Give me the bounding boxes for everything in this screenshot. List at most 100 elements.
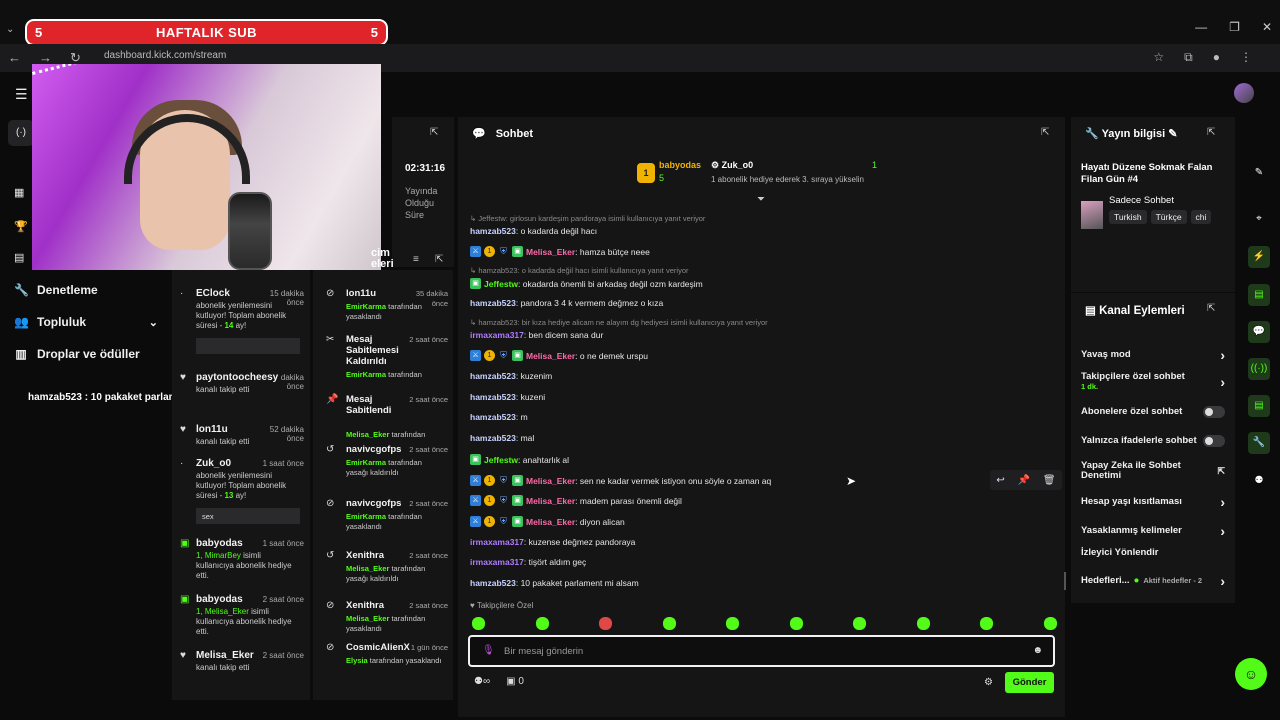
chat-message[interactable]: irmaxama317: kuzense değmez pandoraya (470, 537, 635, 547)
layout-icon[interactable]: ▤ (1248, 395, 1270, 417)
chat-message[interactable]: irmaxama317: ben dicem sana dur (470, 330, 603, 340)
channel-action-item[interactable]: Yasaklanmış kelimeler › (1081, 523, 1225, 539)
chat-message[interactable]: ▣ Jeffestw: anahtarlık al (470, 454, 569, 465)
emote-icon[interactable] (853, 617, 867, 630)
chevron-right-icon[interactable]: › (1220, 494, 1225, 510)
mod-action-target[interactable]: navivcgofps (346, 498, 404, 509)
chevron-right-icon[interactable]: › (1220, 374, 1225, 390)
chat-message[interactable]: hamzab523: pandora 3 4 k vermem değmez o… (470, 298, 663, 308)
chat-username[interactable]: Melisa_Eker (526, 247, 575, 257)
card-icon[interactable]: ▤ (1248, 284, 1270, 306)
moderator-name[interactable]: EmirKarma (346, 370, 386, 379)
focus-icon[interactable]: ⌖ (1248, 208, 1270, 230)
activity-username[interactable]: Melisa_Eker (196, 650, 254, 661)
stream-tag[interactable]: Turkish (1109, 210, 1147, 224)
channel-action-item[interactable]: Yalnızca ifadelerle sohbet (1081, 435, 1225, 447)
channel-action-item[interactable]: Yavaş mod › (1081, 347, 1225, 363)
moderator-name[interactable]: Melisa_Eker (346, 614, 389, 623)
points-icon[interactable]: ▣ 0 (506, 676, 524, 687)
chat-message[interactable]: ▣ Jeffestw: okadarda önemli bi arkadaş de… (470, 278, 703, 289)
chat-username[interactable]: Melisa_Eker (526, 476, 575, 486)
chat-username[interactable]: hamzab523 (470, 392, 516, 402)
chat-username[interactable]: hamzab523 (470, 578, 516, 588)
toggle-switch[interactable] (1203, 435, 1225, 447)
chat-username[interactable]: irmaxama317 (470, 537, 524, 547)
chevron-right-icon[interactable]: › (1220, 523, 1225, 539)
menu-dots-icon[interactable]: ⋮ (1240, 50, 1252, 65)
mic-icon[interactable]: 🎙 (482, 645, 495, 656)
mod-action-target[interactable]: Xenithra (346, 550, 404, 561)
stream-icon[interactable]: (·) (8, 120, 34, 146)
user-avatar[interactable] (1234, 83, 1254, 103)
emote-icon[interactable] (916, 617, 930, 630)
chat-message[interactable]: ⚔ 1 ⛨ ▣ Melisa_Eker: madem parası önemli değ… (470, 495, 682, 506)
chat-username[interactable]: Melisa_Eker (526, 351, 575, 361)
toggle-switch[interactable] (1203, 406, 1225, 418)
edit-pencil-icon[interactable]: ✎ (1168, 128, 1177, 140)
minimize-icon[interactable]: — (1195, 20, 1207, 34)
popout-icon[interactable]: ⇱ (1207, 303, 1215, 314)
chat-icon[interactable]: 💬 (1248, 321, 1270, 343)
analytics-icon[interactable]: ▦ (14, 186, 24, 199)
chat-message[interactable]: hamzab523: o kadarda değil hacı (470, 226, 597, 236)
hamburger-menu-icon[interactable]: ☰ (15, 86, 28, 103)
moderator-name[interactable]: EmirKarma (346, 302, 386, 311)
channel-action-item[interactable]: Hesap yaşı kısıtlaması › (1081, 494, 1225, 510)
chat-username[interactable]: Melisa_Eker (526, 517, 575, 527)
moderator-name[interactable]: Elysia (346, 656, 368, 665)
maximize-icon[interactable]: ❐ (1229, 20, 1240, 34)
send-button[interactable]: Gönder (1005, 672, 1054, 693)
moderator-name[interactable]: Melisa_Eker (346, 430, 389, 439)
profile-icon[interactable]: ● (1213, 50, 1220, 65)
chat-message[interactable]: ⚔ 1 ⛨ ▣ Melisa_Eker: o ne demek urspu (470, 350, 648, 361)
channel-action-item[interactable]: Takipçilere özel sohbet 1 dk. › (1081, 372, 1225, 392)
popout-icon[interactable]: ⇱ (1207, 127, 1215, 138)
emote-icon[interactable] (662, 617, 676, 630)
pin-icon[interactable]: 📌 (1018, 475, 1030, 486)
channel-action-item[interactable]: Hedefleri... ● Aktif hedefler - 2 › (1081, 573, 1225, 589)
moderator-name[interactable]: Melisa_Eker (346, 564, 389, 573)
extensions-icon[interactable]: ⧉ (1184, 50, 1193, 65)
channel-action-item[interactable]: Abonelere özel sohbet (1081, 406, 1225, 418)
chat-message[interactable]: hamzab523: 10 pakaket parlament mi alsam (470, 578, 639, 588)
emote-icon[interactable] (980, 617, 994, 630)
chat-username[interactable]: hamzab523 (470, 298, 516, 308)
emote-icon[interactable] (1043, 617, 1057, 630)
sidebar-item-community[interactable]: 👥 Topluluk ⌄ (14, 315, 158, 329)
chat-username[interactable]: irmaxama317 (470, 330, 524, 340)
mod-action-target[interactable]: Mesaj Sabitlendi (346, 394, 404, 416)
chat-username[interactable]: hamzab523 (470, 412, 516, 422)
chat-message[interactable]: ⚔ 1 ⛨ ▣ Melisa_Eker: sen ne kadar vermek ist… (470, 475, 771, 486)
chat-username[interactable]: hamzab523 (470, 433, 516, 443)
mod-action-target[interactable]: Xenithra (346, 600, 404, 611)
emote-icon[interactable] (535, 617, 549, 630)
emoji-icon[interactable]: ☻ (1032, 645, 1043, 656)
popout-icon[interactable]: ⇱ (430, 127, 438, 138)
stream-tag[interactable]: Türkçe (1150, 210, 1187, 224)
chevron-right-icon[interactable]: › (1220, 347, 1225, 363)
users-icon[interactable]: ⚉ (1248, 470, 1270, 492)
chat-input-placeholder[interactable]: Bir mesaj gönderin (504, 646, 583, 657)
emote-icon[interactable] (726, 617, 740, 630)
moderator-name[interactable]: EmirKarma (346, 512, 386, 521)
mod-action-target[interactable]: lon11u (346, 288, 404, 299)
chat-scrollbar[interactable] (1064, 572, 1066, 590)
chevron-right-icon[interactable]: › (1220, 573, 1225, 589)
activity-username[interactable]: EClock (196, 288, 230, 299)
expand-pinned-icon[interactable]: ⏷ (757, 194, 765, 205)
back-icon[interactable]: ← (8, 50, 21, 66)
mod-action-target[interactable]: Mesaj Sabitlemesi Kaldırıldı (346, 334, 404, 367)
chat-message[interactable]: hamzab523: m (470, 412, 528, 422)
chat-message[interactable]: ⚔ 1 ⛨ ▣ Melisa_Eker: hamza bütçe neee (470, 246, 650, 257)
pencil-icon[interactable]: ✎ (1248, 162, 1270, 184)
trophy-icon[interactable]: 🏆 (14, 220, 28, 233)
activity-username[interactable]: Zuk_o0 (196, 458, 231, 469)
chat-username[interactable]: Melisa_Eker (526, 496, 575, 506)
mod-action-target[interactable]: CosmicAlienX (346, 642, 410, 653)
reply-icon[interactable]: ↩ (996, 475, 1004, 486)
chat-message[interactable]: irmaxama317: tişört aldım geç (470, 557, 586, 567)
broadcast-icon[interactable]: ((·)) (1248, 358, 1270, 380)
mod-action-target[interactable]: navivcgofps (346, 444, 404, 455)
channel-action-item[interactable]: Yapay Zeka ile Sohbet Denetimi ⇱ (1081, 461, 1225, 481)
chat-username[interactable]: hamzab523 (470, 371, 516, 381)
